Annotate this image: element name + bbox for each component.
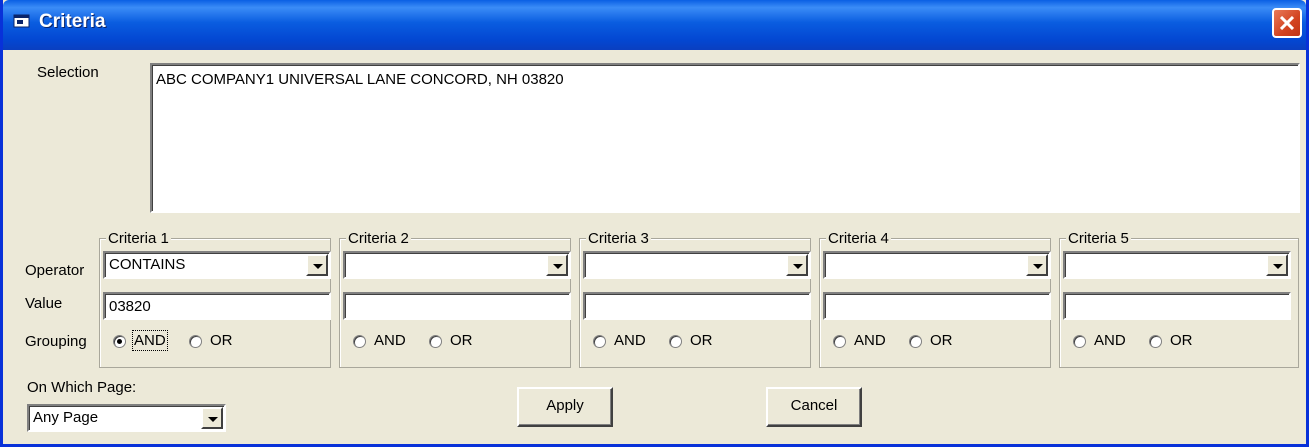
and-radio-label[interactable]: AND [132,330,168,351]
or-radio[interactable] [1149,335,1162,348]
or-radio-label[interactable]: OR [690,332,713,349]
value-input[interactable] [583,292,811,320]
and-radio[interactable] [833,335,846,348]
chevron-down-icon[interactable] [1026,254,1048,276]
chevron-down-icon[interactable] [786,254,808,276]
selection-label: Selection [37,64,99,81]
value-input[interactable] [823,292,1051,320]
operator-select[interactable] [343,251,571,279]
operator-label: Operator [25,262,85,279]
chevron-down-icon[interactable] [306,254,328,276]
and-radio-label[interactable]: AND [614,332,646,349]
window-title: Criteria [39,11,106,32]
or-radio[interactable] [909,335,922,348]
selection-textarea[interactable]: ABC COMPANY1 UNIVERSAL LANE CONCORD, NH … [150,63,1300,213]
and-radio[interactable] [113,335,126,348]
and-radio-label[interactable]: AND [374,332,406,349]
close-button[interactable] [1272,8,1302,38]
or-radio[interactable] [189,335,202,348]
operator-select[interactable]: CONTAINS [103,251,331,279]
criteria-legend: Criteria 3 [586,230,651,247]
operator-select[interactable] [823,251,1051,279]
and-radio-label[interactable]: AND [854,332,886,349]
title-bar[interactable]: Criteria [3,0,1306,50]
operator-select-value: CONTAINS [109,256,186,273]
chevron-down-icon[interactable] [1266,254,1288,276]
or-radio-label[interactable]: OR [210,332,233,349]
value-input[interactable] [343,292,571,320]
value-input[interactable]: 03820 [103,292,331,320]
criteria-legend: Criteria 4 [826,230,891,247]
criteria-legend: Criteria 2 [346,230,411,247]
and-radio-label[interactable]: AND [1094,332,1126,349]
or-radio[interactable] [669,335,682,348]
page-label: On Which Page: [27,379,137,396]
criteria-legend: Criteria 1 [106,230,171,247]
cancel-button[interactable]: Cancel [766,387,862,427]
page-select-value: Any Page [33,409,99,426]
window-icon [13,13,31,29]
criteria-legend: Criteria 5 [1066,230,1131,247]
page-select[interactable]: Any Page [27,404,226,432]
chevron-down-icon[interactable] [546,254,568,276]
or-radio-label[interactable]: OR [450,332,473,349]
or-radio[interactable] [429,335,442,348]
operator-select[interactable] [1063,251,1291,279]
close-icon [1280,16,1294,30]
and-radio[interactable] [593,335,606,348]
grouping-label: Grouping [25,333,87,350]
operator-select[interactable] [583,251,811,279]
or-radio-label[interactable]: OR [930,332,953,349]
and-radio[interactable] [353,335,366,348]
apply-button[interactable]: Apply [517,387,613,427]
or-radio-label[interactable]: OR [1170,332,1193,349]
and-radio[interactable] [1073,335,1086,348]
criteria-dialog: Criteria Selection ABC COMPANY1 UNIVERSA… [0,0,1309,447]
value-label: Value [25,295,63,312]
chevron-down-icon[interactable] [201,407,223,429]
value-input[interactable] [1063,292,1291,320]
